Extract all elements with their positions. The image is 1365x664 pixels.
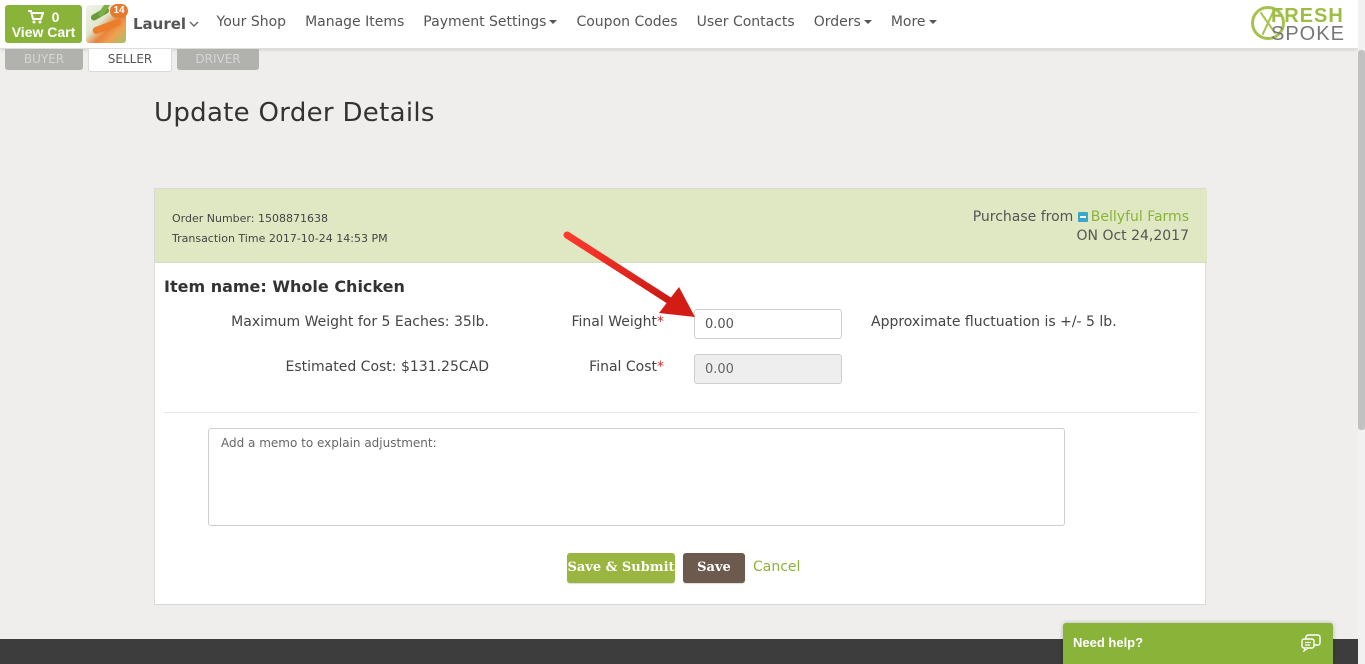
farm-link[interactable]: Bellyful Farms	[1091, 209, 1189, 225]
nav-item-label: User Contacts	[696, 14, 795, 30]
order-date: ON Oct 24,2017	[1076, 228, 1190, 244]
nav-item-payment-settings[interactable]: Payment Settings	[414, 11, 567, 33]
final-cost-label: Final Cost*	[589, 359, 664, 375]
store-icon	[1077, 212, 1088, 222]
nav-item-label: Coupon Codes	[576, 14, 678, 30]
nav-item-label: Orders	[813, 14, 861, 30]
tab-buyer[interactable]: BUYER	[5, 49, 83, 70]
final-cost-input	[694, 354, 842, 384]
estimated-cost-text: Estimated Cost: $131.25CAD	[285, 359, 490, 375]
order-meta: Order Number: 1508871638 Transaction Tim…	[172, 209, 388, 249]
page-scrollbar[interactable]	[1358, 0, 1365, 664]
memo-textarea[interactable]: Add a memo to explain adjustment:	[208, 428, 1065, 526]
top-navbar: 0 View Cart 14 Laurel Your Shop Manage It…	[0, 0, 1358, 49]
cart-count: 0	[51, 9, 60, 25]
order-number: Order Number: 1508871638	[172, 212, 328, 225]
nav-item-manage-items[interactable]: Manage Items	[296, 11, 414, 33]
cart-label: View Cart	[11, 24, 76, 40]
tab-driver[interactable]: DRIVER	[177, 49, 259, 70]
cancel-link[interactable]: Cancel	[753, 559, 800, 575]
nav-item-coupon-codes[interactable]: Coupon Codes	[567, 11, 687, 33]
help-widget[interactable]: Need help?	[1063, 623, 1333, 664]
save-button[interactable]: Save	[683, 553, 745, 583]
user-name: Laurel	[133, 15, 187, 33]
role-tabs: BUYER SELLER DRIVER	[5, 49, 259, 72]
nav-item-more[interactable]: More	[881, 11, 946, 33]
nav-item-label: Manage Items	[305, 14, 405, 30]
caret-down-icon	[928, 20, 937, 24]
nav-item-user-contacts[interactable]: User Contacts	[687, 11, 804, 33]
final-cost-label-text: Final Cost	[589, 359, 657, 375]
required-marker: *	[657, 359, 664, 375]
user-menu[interactable]: Laurel	[133, 15, 199, 33]
divider	[164, 412, 1197, 413]
caret-down-icon	[549, 20, 558, 24]
nav-item-label: Payment Settings	[423, 14, 547, 30]
tab-seller[interactable]: SELLER	[88, 49, 172, 72]
chat-bubbles-icon	[1301, 634, 1321, 652]
transaction-time: Transaction Time 2017-10-24 14:53 PM	[172, 232, 388, 245]
logo-line2: SPOKE	[1271, 23, 1345, 45]
fresh-spoke-logo[interactable]: FRESH SPOKE	[1251, 4, 1355, 45]
save-submit-button[interactable]: Save & Submit	[567, 553, 675, 583]
nav-item-your-shop[interactable]: Your Shop	[207, 11, 296, 33]
chevron-down-icon	[189, 21, 199, 27]
final-weight-input[interactable]	[694, 309, 842, 339]
help-label: Need help?	[1073, 635, 1144, 650]
caret-down-icon	[863, 20, 872, 24]
fluctuation-note: Approximate fluctuation is +/- 5 lb.	[871, 314, 1117, 330]
annotation-arrow-icon	[563, 231, 695, 317]
main-nav: Your Shop Manage Items Payment Settings Cou…	[207, 11, 946, 33]
shopping-cart-icon	[27, 10, 44, 24]
max-weight-text: Maximum Weight for 5 Eaches: 35lb.	[231, 314, 489, 330]
nav-item-label: Your Shop	[216, 14, 287, 30]
purchase-info: Purchase from Bellyful Farms ON Oct 24,2…	[973, 208, 1189, 246]
purchase-from-label: Purchase from	[972, 209, 1074, 225]
view-cart-button[interactable]: 0 View Cart	[5, 5, 82, 43]
nav-item-label: More	[890, 14, 926, 30]
scrollbar-thumb[interactable]	[1358, 50, 1365, 430]
item-name: Item name: Whole Chicken	[164, 277, 405, 296]
nav-item-orders[interactable]: Orders	[804, 11, 881, 33]
notification-badge[interactable]: 14	[110, 4, 128, 18]
page-title: Update Order Details	[154, 98, 435, 128]
